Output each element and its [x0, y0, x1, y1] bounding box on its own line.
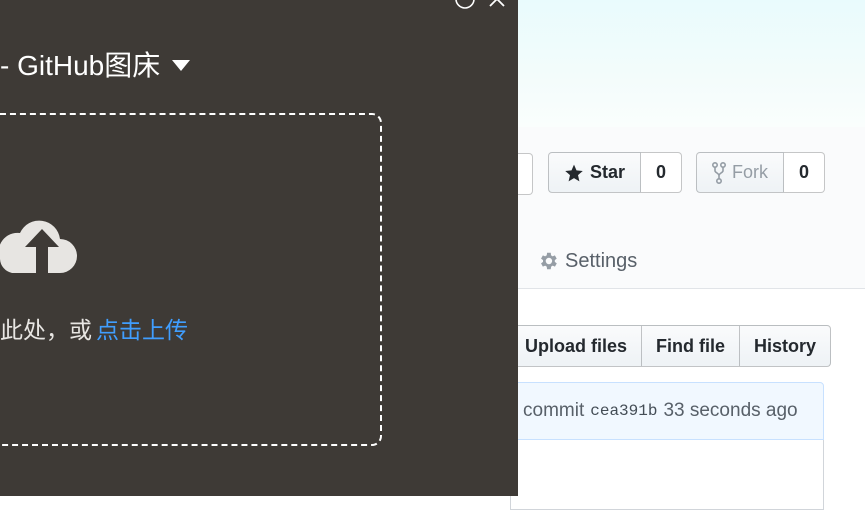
history-button[interactable]: History — [740, 325, 832, 367]
fork-count[interactable]: 0 — [784, 152, 825, 193]
window-controls — [454, 0, 508, 10]
drop-text: 此处，或 — [0, 317, 92, 343]
fork-label: Fork — [732, 162, 768, 182]
find-file-button[interactable]: Find file — [642, 325, 741, 367]
fork-button-group: Fork 0 — [696, 152, 825, 193]
info-icon[interactable] — [454, 0, 476, 10]
star-button-group: Star 0 — [548, 152, 683, 193]
file-actions: Upload files Find file History — [510, 325, 832, 367]
star-count[interactable]: 0 — [641, 152, 683, 193]
chevron-down-icon — [172, 59, 191, 71]
upload-files-button[interactable]: Upload files — [510, 325, 643, 367]
drop-instructions: 此处，或 点击上传 — [0, 312, 188, 344]
image-host-selector[interactable]: - GitHub图床 — [0, 42, 191, 86]
tab-settings-label: Settings — [565, 249, 638, 272]
click-upload-link[interactable]: 点击上传 — [96, 311, 188, 345]
cloud-upload-icon — [0, 205, 88, 280]
commit-time: 33 seconds ago — [663, 400, 798, 421]
star-button[interactable]: Star — [548, 152, 642, 193]
tab-settings[interactable]: Settings — [537, 246, 637, 276]
upload-panel: - GitHub图床 此处，或 点击上传 — [0, 0, 518, 496]
star-icon — [565, 164, 583, 181]
commit-prefix: commit — [523, 400, 585, 421]
fork-icon — [712, 161, 726, 184]
star-label: Star — [590, 162, 626, 182]
file-table — [510, 440, 824, 510]
latest-commit-bar: commit cea391b 33 seconds ago — [510, 382, 824, 440]
commit-sha[interactable]: cea391b — [590, 402, 657, 420]
close-icon[interactable] — [486, 0, 508, 10]
fork-button[interactable]: Fork — [696, 152, 784, 193]
gear-icon — [541, 252, 557, 270]
panel-title: - GitHub图床 — [0, 50, 161, 81]
